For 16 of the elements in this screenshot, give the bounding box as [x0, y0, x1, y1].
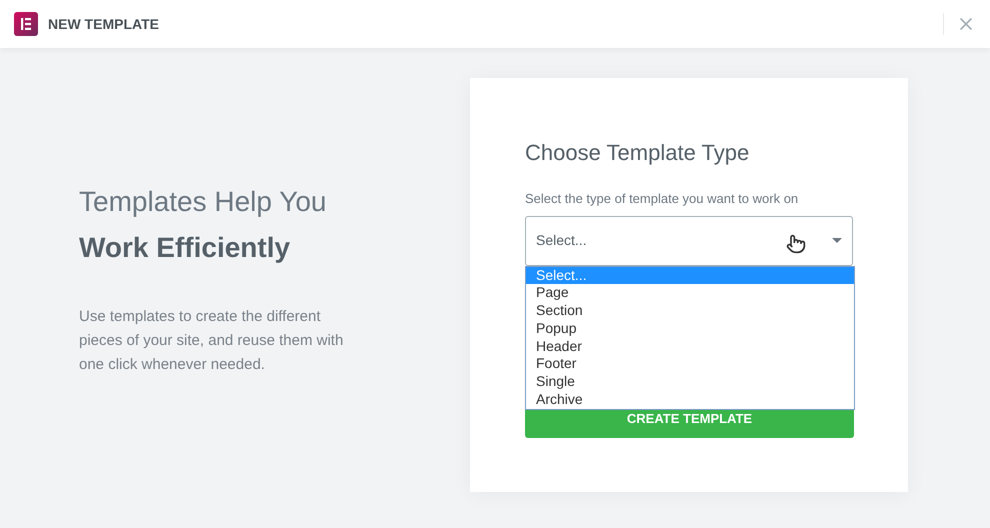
option-item[interactable]: Archive: [526, 391, 854, 409]
field-label: Select the type of template you want to work on: [525, 190, 800, 208]
option-item[interactable]: Popup: [526, 320, 854, 338]
option-item[interactable]: Header: [526, 338, 854, 356]
template-type-select[interactable]: Select...: [525, 216, 853, 266]
intro-heading-light: Templates Help You: [79, 185, 328, 219]
intro-description: Use templates to create the different pieces of your site, and reuse them with one click whenever needed.: [79, 307, 344, 375]
form-title: Choose Template Type: [525, 139, 750, 167]
caret-icon: [832, 238, 842, 243]
option-item[interactable]: Footer: [526, 355, 854, 374]
cursor-icon: [786, 234, 806, 254]
window-title: NEW TEMPLATE: [48, 14, 159, 34]
option-item[interactable]: Section: [526, 302, 854, 320]
option-item[interactable]: Page: [526, 284, 854, 302]
intro-heading-bold: Work Efficiently: [79, 231, 292, 265]
logo-icon: [14, 12, 38, 36]
